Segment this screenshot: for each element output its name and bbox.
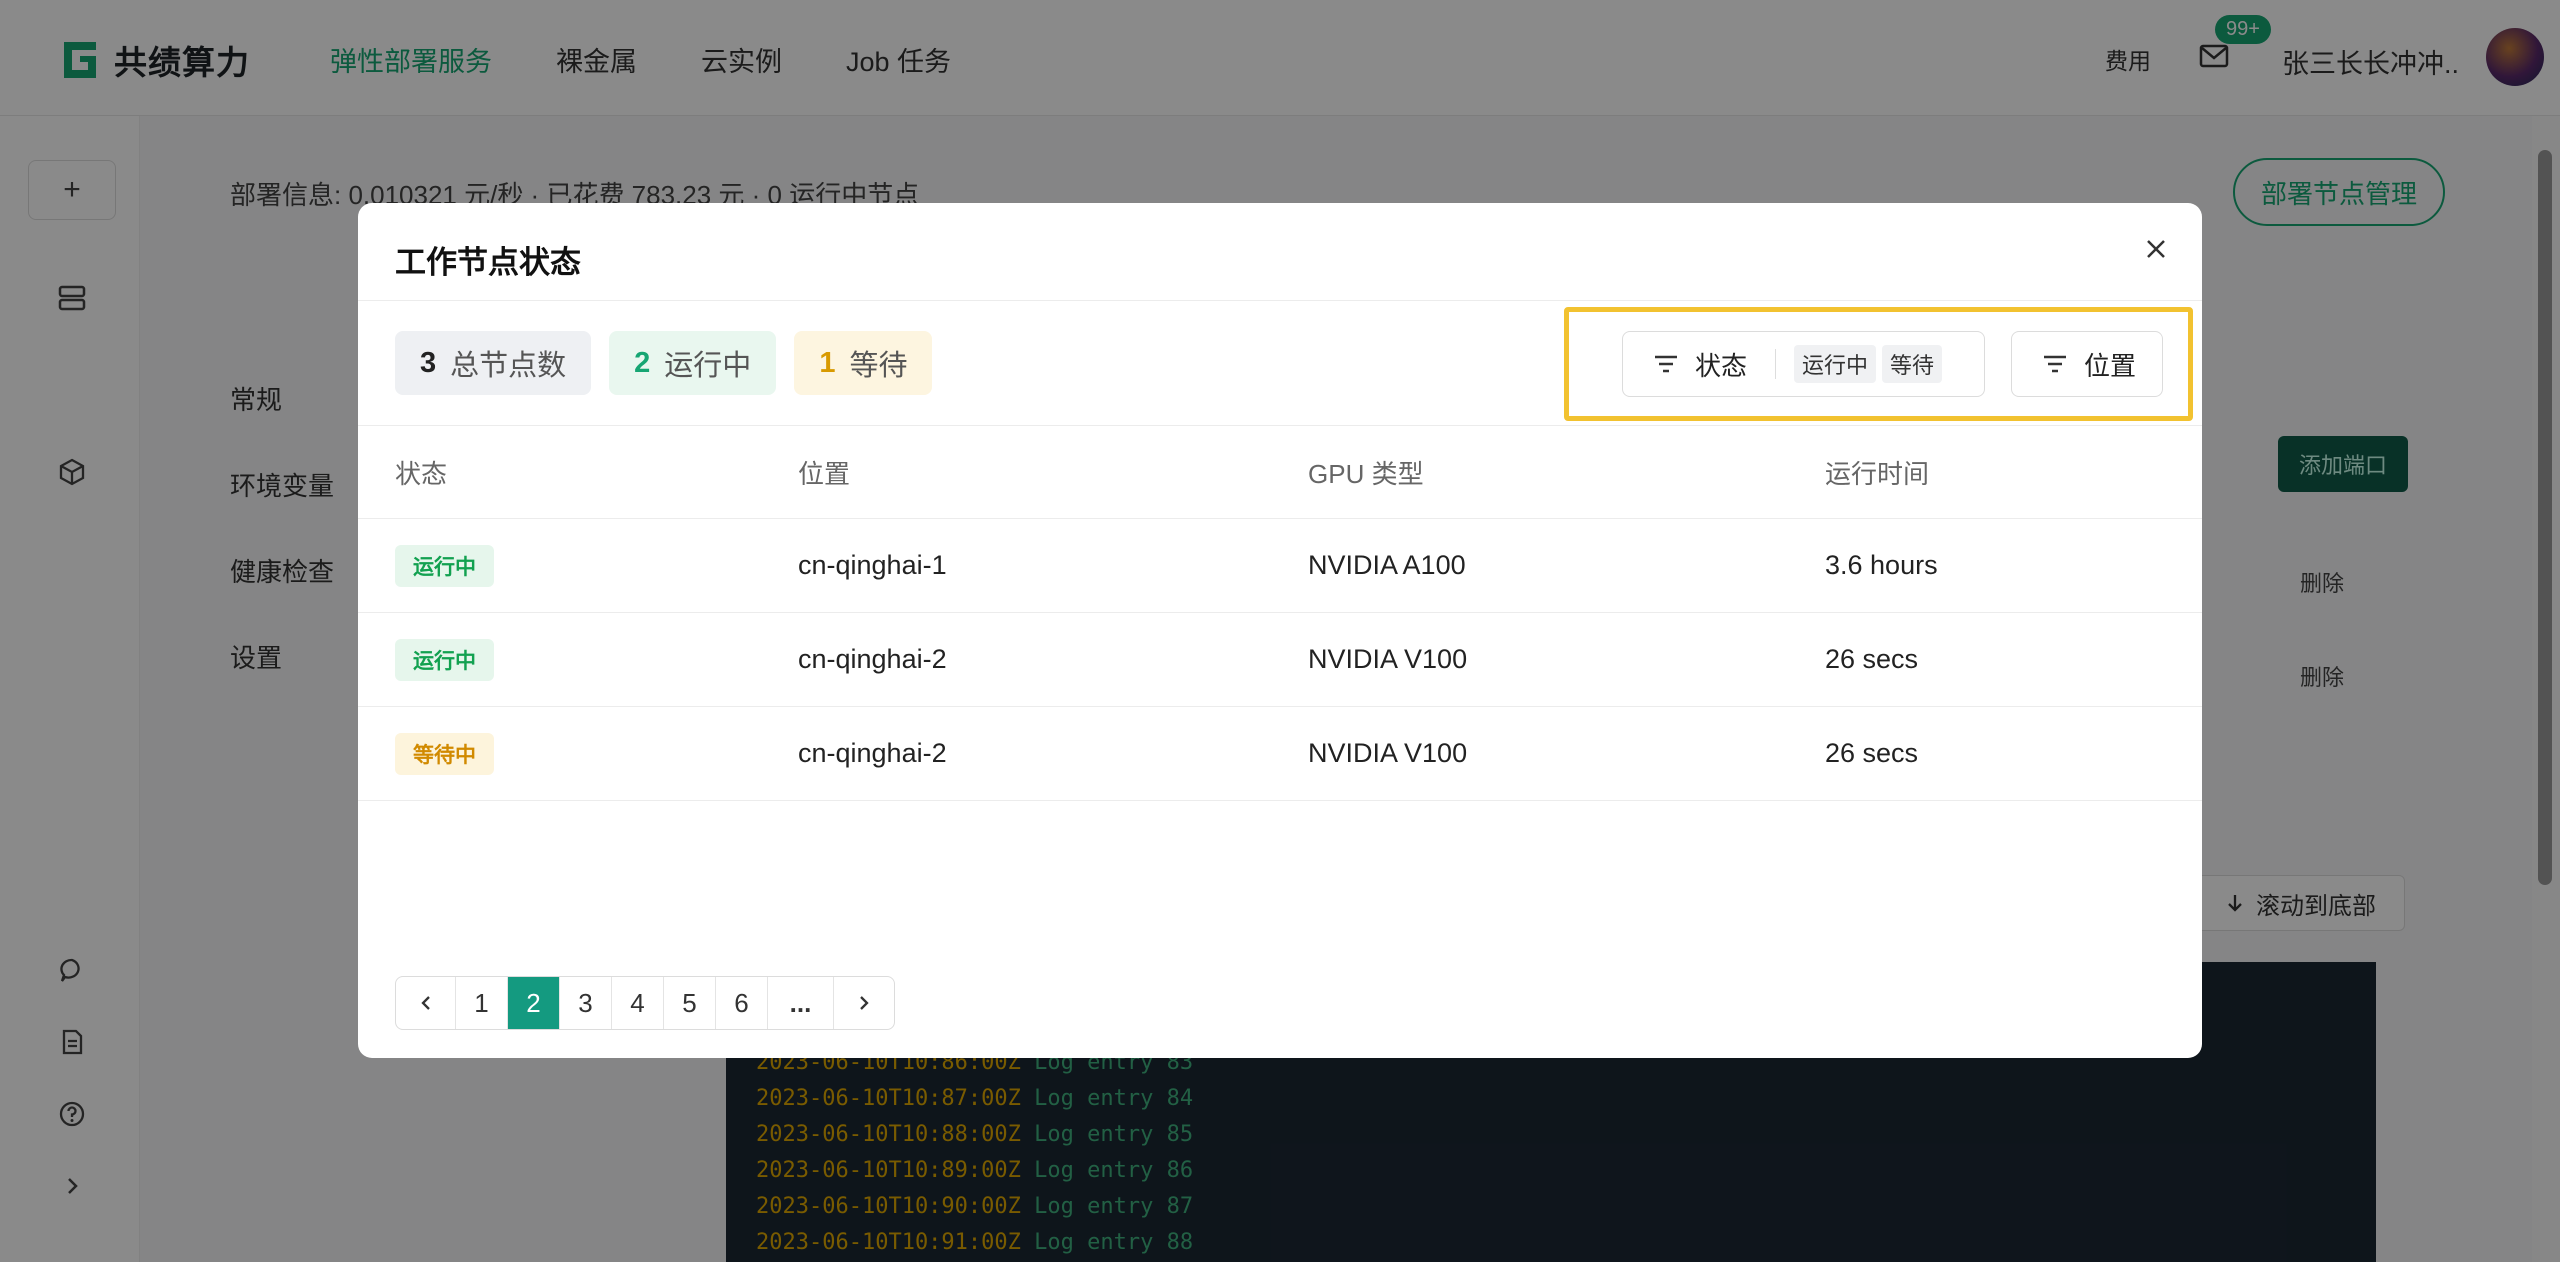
page-button-2-current[interactable]: 2 (508, 977, 560, 1029)
chevron-left-icon (420, 996, 430, 1010)
status-badge: 运行中 (395, 544, 494, 587)
gpu-cell: NVIDIA V100 (1308, 644, 1468, 674)
table-row[interactable]: 等待中 cn-qinghai-2 NVIDIA V100 26 secs (358, 707, 2202, 801)
status-cell: 运行中 (395, 519, 494, 612)
worker-node-status-dialog: 工作节点状态 3 总节点数 2 运行中 1 等待 状态 运行中 等待 位置 状态 位置… (358, 203, 2202, 1058)
filter-icon (1655, 355, 1677, 373)
running-nodes-chip: 2 运行中 (609, 331, 777, 395)
dialog-title: 工作节点状态 (395, 245, 581, 280)
status-badge: 等待中 (395, 732, 494, 775)
location-filter-button[interactable]: 位置 (2011, 331, 2163, 397)
column-header-uptime[interactable]: 运行时间 (1825, 426, 1929, 518)
gpu-cell: NVIDIA A100 (1308, 550, 1466, 580)
total-nodes-chip: 3 总节点数 (395, 331, 592, 395)
close-icon (2147, 240, 2165, 258)
location-cell: cn-qinghai-2 (798, 644, 947, 674)
page-ellipsis[interactable]: ... (768, 977, 834, 1029)
close-button[interactable] (2134, 227, 2178, 271)
table-header: 状态 位置 GPU 类型 运行时间 (358, 425, 2202, 519)
column-header-status[interactable]: 状态 (395, 426, 447, 518)
filter-icon (2044, 355, 2066, 373)
divider (1775, 349, 1777, 379)
status-cell: 等待中 (395, 707, 494, 800)
page-button-3[interactable]: 3 (560, 977, 612, 1029)
uptime-cell: 26 secs (1825, 644, 1919, 674)
node-summary: 3 总节点数 2 运行中 1 等待 (395, 331, 933, 395)
uptime-cell: 3.6 hours (1825, 550, 1938, 580)
nodes-table: 状态 位置 GPU 类型 运行时间 运行中 cn-qinghai-1 NVIDI… (358, 425, 2202, 801)
table-row[interactable]: 运行中 cn-qinghai-2 NVIDIA V100 26 secs (358, 613, 2202, 707)
location-cell: cn-qinghai-1 (798, 550, 947, 580)
table-row[interactable]: 运行中 cn-qinghai-1 NVIDIA A100 3.6 hours (358, 519, 2202, 613)
page-button-1[interactable]: 1 (456, 977, 508, 1029)
chevron-right-icon (860, 996, 869, 1010)
column-header-location[interactable]: 位置 (798, 426, 850, 518)
dialog-header: 工作节点状态 (358, 203, 2202, 301)
column-header-gpu-type[interactable]: GPU 类型 (1308, 426, 1424, 518)
page-button-5[interactable]: 5 (664, 977, 716, 1029)
status-cell: 运行中 (395, 613, 494, 706)
status-filter-tag: 运行中 (1794, 345, 1877, 383)
pagination: 1 2 3 4 5 6 ... (395, 976, 895, 1030)
status-filter-label: 状态 (1695, 350, 1748, 381)
location-filter-label: 位置 (2084, 350, 2137, 381)
status-badge: 运行中 (395, 638, 494, 681)
location-cell: cn-qinghai-2 (798, 738, 947, 768)
gpu-cell: NVIDIA V100 (1308, 738, 1468, 768)
page-button-4[interactable]: 4 (612, 977, 664, 1029)
status-filter-button[interactable]: 状态 运行中 等待 (1622, 331, 1985, 397)
next-page-button[interactable] (834, 977, 894, 1029)
uptime-cell: 26 secs (1825, 738, 1919, 768)
prev-page-button[interactable] (396, 977, 456, 1029)
status-filter-tag: 等待 (1882, 345, 1943, 383)
page-button-6[interactable]: 6 (716, 977, 768, 1029)
waiting-nodes-chip: 1 等待 (794, 331, 933, 395)
